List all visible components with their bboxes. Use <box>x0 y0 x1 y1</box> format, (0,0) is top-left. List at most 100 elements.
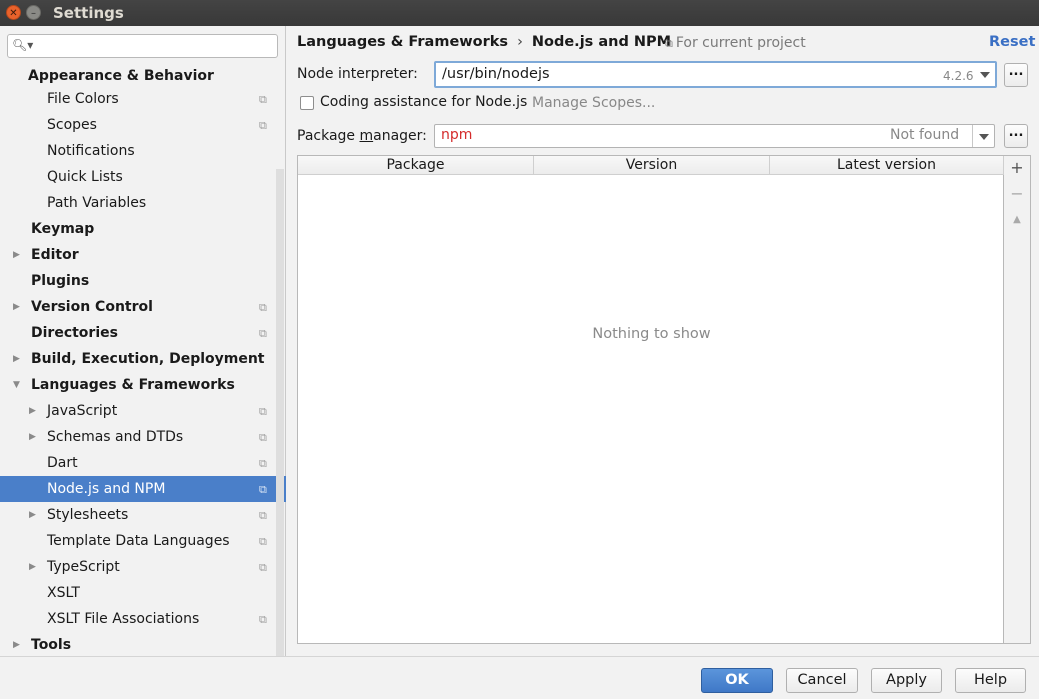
collapsed-arrow-icon[interactable]: ▶ <box>29 502 36 528</box>
package-manager-status: Not found <box>890 127 960 143</box>
sidebar-item[interactable]: Template Data Languages ⧉ <box>0 528 286 554</box>
settings-sidebar: 🔍︎▾ Appearance & Behavior File Colors ⧉ Sco… <box>0 26 286 656</box>
sidebar-item-label: Languages & Frameworks <box>31 377 235 393</box>
column-header-package[interactable]: Package <box>298 156 534 175</box>
apply-button[interactable]: Apply <box>871 668 942 693</box>
sidebar-item-label: Build, Execution, Deployment <box>31 351 265 367</box>
project-level-icon: ⧉ <box>259 405 267 418</box>
manage-scopes-link[interactable]: Manage Scopes... <box>532 95 655 111</box>
sidebar-item[interactable]: Plugins <box>0 268 286 294</box>
packages-table[interactable]: Package Version Latest version Nothing t… <box>297 155 1004 644</box>
collapsed-arrow-icon[interactable]: ▶ <box>13 294 20 320</box>
sidebar-item-label: JavaScript <box>47 403 118 419</box>
search-input[interactable] <box>36 37 272 55</box>
dialog-footer: OK Cancel Apply Help <box>0 656 1039 699</box>
chevron-down-icon[interactable] <box>979 134 989 140</box>
sidebar-item-label: Template Data Languages <box>47 533 230 549</box>
collapsed-arrow-icon[interactable]: ▶ <box>13 632 20 658</box>
sidebar-item[interactable]: Directories ⧉ <box>0 320 286 346</box>
breadcrumb: Languages & Frameworks › Node.js and NPM <box>297 34 671 50</box>
sidebar-item[interactable]: XSLT File Associations ⧉ <box>0 606 286 632</box>
sidebar-item[interactable]: ▶ Tools <box>0 632 286 658</box>
package-manager-combo[interactable]: npm Not found <box>434 124 995 148</box>
sidebar-item[interactable]: ▶ JavaScript ⧉ <box>0 398 286 424</box>
minimize-window-button[interactable]: – <box>26 5 41 20</box>
sidebar-item-label: XSLT File Associations <box>47 611 200 627</box>
sidebar-item[interactable]: Keymap <box>0 216 286 242</box>
scope-note: ⧉ For current project <box>665 35 806 51</box>
sidebar-item-label: Notifications <box>47 143 135 159</box>
project-level-icon: ⧉ <box>259 119 267 132</box>
column-header-version[interactable]: Version <box>534 156 770 175</box>
project-level-icon: ⧉ <box>259 431 267 444</box>
table-header: Package Version Latest version <box>298 156 1004 175</box>
close-window-button[interactable]: ✕ <box>6 5 21 20</box>
sidebar-item-label: Keymap <box>31 221 95 237</box>
node-interpreter-browse-button[interactable]: ... <box>1004 63 1028 87</box>
chevron-down-icon[interactable] <box>980 72 990 78</box>
sidebar-item[interactable]: Scopes ⧉ <box>0 112 286 138</box>
node-version: 4.2.6 <box>943 69 974 83</box>
sidebar-item-label: Path Variables <box>47 195 147 211</box>
sidebar-item[interactable]: Dart ⧉ <box>0 450 286 476</box>
ok-button[interactable]: OK <box>701 668 773 693</box>
empty-table-message: Nothing to show <box>592 326 711 342</box>
node-interpreter-label: Node interpreter: <box>297 66 418 82</box>
column-header-latest-version[interactable]: Latest version <box>770 156 1004 175</box>
sidebar-item[interactable]: Quick Lists <box>0 164 286 190</box>
package-manager-label: Package manager: <box>297 128 427 144</box>
collapsed-arrow-icon[interactable]: ▶ <box>13 242 20 268</box>
settings-search[interactable]: 🔍︎▾ <box>7 34 278 58</box>
cancel-button[interactable]: Cancel <box>786 668 858 693</box>
coding-assistance-label[interactable]: Coding assistance for Node.js <box>320 94 527 110</box>
sidebar-item[interactable]: Path Variables <box>0 190 286 216</box>
sidebar-item-label: TypeScript <box>47 559 120 575</box>
collapsed-arrow-icon[interactable]: ▶ <box>29 554 36 580</box>
coding-assistance-checkbox[interactable] <box>300 96 314 110</box>
sidebar-item[interactable]: ▼ Languages & Frameworks <box>0 372 286 398</box>
sidebar-item[interactable]: File Colors ⧉ <box>0 86 286 112</box>
collapsed-arrow-icon[interactable]: ▶ <box>13 346 20 372</box>
sidebar-item-label: Stylesheets <box>47 507 129 523</box>
sidebar-item-label: Plugins <box>31 273 90 289</box>
sidebar-item-label: Dart <box>47 455 78 471</box>
sidebar-item[interactable]: Notifications <box>0 138 286 164</box>
project-level-icon: ⧉ <box>259 301 267 314</box>
collapsed-arrow-icon[interactable]: ▶ <box>29 424 36 450</box>
table-toolbar: + − ▲ <box>1004 155 1031 644</box>
sidebar-item-label: Directories <box>31 325 118 341</box>
expanded-arrow-icon[interactable]: ▼ <box>13 372 20 398</box>
node-interpreter-combo[interactable]: /usr/bin/nodejs 4.2.6 <box>434 61 997 88</box>
project-level-icon: ⧉ <box>259 457 267 470</box>
reset-link[interactable]: Reset <box>989 34 1035 50</box>
sidebar-scrollbar[interactable] <box>276 169 284 656</box>
package-manager-browse-button[interactable]: ... <box>1004 124 1028 148</box>
add-package-button[interactable]: + <box>1008 159 1026 177</box>
project-level-icon: ⧉ <box>259 613 267 626</box>
help-button[interactable]: Help <box>955 668 1026 693</box>
sidebar-item-label: Schemas and DTDs <box>47 429 184 445</box>
sidebar-item[interactable]: ▶ Version Control ⧉ <box>0 294 286 320</box>
sidebar-item[interactable]: ▶ Editor <box>0 242 286 268</box>
package-manager-value: npm <box>441 127 473 143</box>
sidebar-item[interactable]: Node.js and NPM ⧉ <box>0 476 286 502</box>
sidebar-item-label: File Colors <box>47 91 119 107</box>
sidebar-item[interactable]: Appearance & Behavior <box>0 63 286 86</box>
project-level-icon: ⧉ <box>259 483 267 496</box>
sidebar-item[interactable]: ▶ Stylesheets ⧉ <box>0 502 286 528</box>
project-icon: ⧉ <box>665 37 673 50</box>
breadcrumb-parent: Languages & Frameworks <box>297 34 509 50</box>
settings-content: Languages & Frameworks › Node.js and NPM ⧉… <box>287 26 1039 656</box>
collapsed-arrow-icon[interactable]: ▶ <box>29 398 36 424</box>
remove-package-button[interactable]: − <box>1008 185 1026 203</box>
breadcrumb-separator: › <box>517 34 523 50</box>
sidebar-item[interactable]: ▶ TypeScript ⧉ <box>0 554 286 580</box>
sidebar-item[interactable]: ▶ Build, Execution, Deployment <box>0 346 286 372</box>
window-titlebar: ✕ – Settings <box>0 0 1039 26</box>
search-icon: 🔍︎▾ <box>12 38 34 52</box>
breadcrumb-current: Node.js and NPM <box>531 34 672 50</box>
project-level-icon: ⧉ <box>259 93 267 106</box>
upgrade-package-button[interactable]: ▲ <box>1008 211 1026 229</box>
sidebar-item[interactable]: XSLT <box>0 580 286 606</box>
sidebar-item[interactable]: ▶ Schemas and DTDs ⧉ <box>0 424 286 450</box>
